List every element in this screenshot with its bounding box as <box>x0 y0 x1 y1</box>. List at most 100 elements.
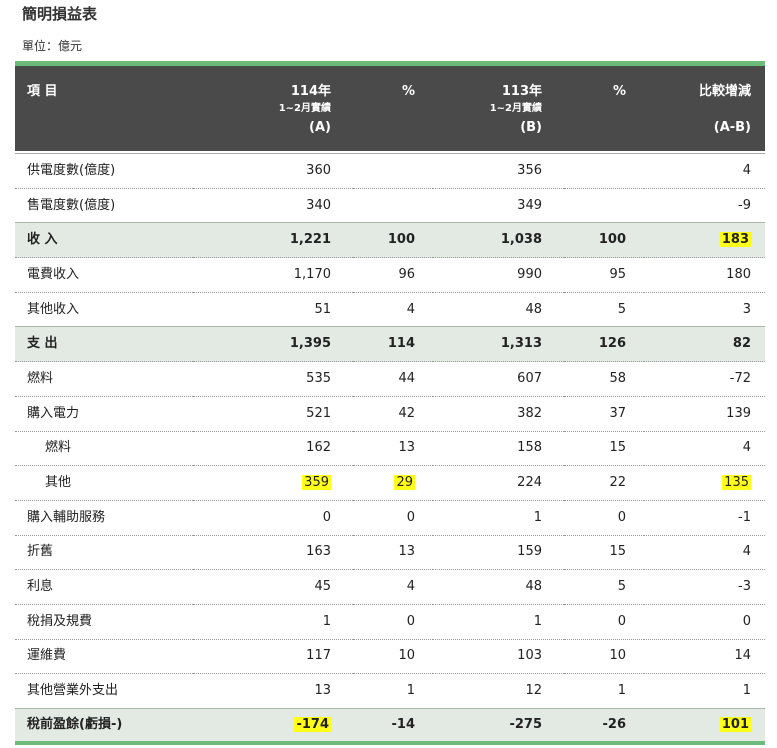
table-row: 運維費 117 10 103 10 14 <box>15 639 765 675</box>
cell-diff: 4 <box>644 535 765 571</box>
row-label: 稅捐及規費 <box>15 604 193 640</box>
cell-pct-b: 37 <box>564 396 644 432</box>
cell-114: 0 <box>193 500 353 536</box>
header-114-sub: 1~2月實績 <box>278 103 331 114</box>
cell-diff: -3 <box>644 569 765 605</box>
cell-pct-b: 58 <box>564 361 644 397</box>
cell-pct-b: 0 <box>564 500 644 536</box>
cell-pct-a: 13 <box>353 535 433 571</box>
table-row: 折舊 163 13 159 15 4 <box>15 535 765 571</box>
cell-113: 990 <box>433 257 564 293</box>
cell-114: 163 <box>193 535 353 571</box>
cell-113: -275 <box>433 708 564 746</box>
cell-pct-a: 10 <box>353 639 433 675</box>
cell-114: 340 <box>193 188 353 224</box>
cell-diff: 101 <box>644 708 765 746</box>
cell-pct-a: 1 <box>353 673 433 709</box>
cell-pct-a: 4 <box>353 292 433 328</box>
cell-diff: 1 <box>644 673 765 709</box>
highlight-mark: -174 <box>294 717 331 733</box>
row-label: 其他 <box>15 465 193 501</box>
cell-114: -174 <box>193 708 353 746</box>
row-label: 其他收入 <box>15 292 193 328</box>
cell-pct-a: 29 <box>353 465 433 501</box>
cell-pct-a: 96 <box>353 257 433 293</box>
row-label: 折舊 <box>15 535 193 571</box>
cell-diff: -72 <box>644 361 765 397</box>
table-row: 供電度數(億度) 360 356 4 <box>15 153 765 189</box>
row-label: 收 入 <box>15 222 193 259</box>
cell-pct-b: 22 <box>564 465 644 501</box>
cell-113: 607 <box>433 361 564 397</box>
table-row: 其他收入 51 4 48 5 3 <box>15 292 765 328</box>
header-diff: 比較增減 (A-B) <box>644 66 765 151</box>
cell-113: 48 <box>433 569 564 605</box>
highlight-mark: 29 <box>394 475 415 491</box>
table-row: 其他 359 29 224 22 135 <box>15 465 765 501</box>
cell-113: 1,313 <box>433 326 564 363</box>
cell-113: 103 <box>433 639 564 675</box>
cell-pct-b: 100 <box>564 222 644 259</box>
table-row: 燃料 162 13 158 15 4 <box>15 431 765 467</box>
page-title: 簡明損益表 <box>22 5 98 23</box>
row-label: 燃料 <box>15 361 193 397</box>
header-113-sub: 1~2月實績 <box>489 103 542 114</box>
cell-pct-b: 15 <box>564 431 644 467</box>
row-label: 購入輔助服務 <box>15 500 193 536</box>
table-header-row: 項 目 114年 1~2月實績 (A) % 113年 1~2月實績 (B) % … <box>15 66 765 151</box>
cell-113: 12 <box>433 673 564 709</box>
row-label: 支 出 <box>15 326 193 363</box>
header-pct-b: % <box>612 84 626 99</box>
cell-diff: 139 <box>644 396 765 432</box>
cell-113: 224 <box>433 465 564 501</box>
cell-114: 1 <box>193 604 353 640</box>
header-113-code: (B) <box>520 120 542 135</box>
subtotal-row-income: 收 入 1,221 100 1,038 100 183 <box>15 222 765 259</box>
cell-114: 13 <box>193 673 353 709</box>
cell-pct-a: -14 <box>353 708 433 746</box>
cell-113: 1 <box>433 604 564 640</box>
cell-pct-a: 100 <box>353 222 433 259</box>
cell-113: 158 <box>433 431 564 467</box>
cell-pct-a: 42 <box>353 396 433 432</box>
table-row: 利息 45 4 48 5 -3 <box>15 569 765 605</box>
table-row: 購入電力 521 42 382 37 139 <box>15 396 765 432</box>
cell-pct-a <box>353 188 433 224</box>
table-row: 稅捐及規費 1 0 1 0 0 <box>15 604 765 640</box>
row-label: 售電度數(億度) <box>15 188 193 224</box>
header-item: 項 目 <box>27 84 58 99</box>
highlight-mark: 101 <box>719 717 751 733</box>
cell-114: 117 <box>193 639 353 675</box>
cell-114: 162 <box>193 431 353 467</box>
header-113: 113年 1~2月實績 (B) <box>433 66 564 151</box>
cell-diff: 82 <box>644 326 765 363</box>
cell-pct-b: 10 <box>564 639 644 675</box>
row-label: 供電度數(億度) <box>15 153 193 189</box>
cell-pct-b: -26 <box>564 708 644 746</box>
header-114-code: (A) <box>309 120 331 135</box>
cell-114: 1,170 <box>193 257 353 293</box>
row-label: 其他營業外支出 <box>15 673 193 709</box>
cell-114: 360 <box>193 153 353 189</box>
cell-diff: 135 <box>644 465 765 501</box>
highlight-mark: 135 <box>722 475 751 491</box>
cell-114: 51 <box>193 292 353 328</box>
subtotal-row-expense: 支 出 1,395 114 1,313 126 82 <box>15 326 765 363</box>
cell-114: 521 <box>193 396 353 432</box>
table-row: 其他營業外支出 13 1 12 1 1 <box>15 673 765 709</box>
row-label: 燃料 <box>15 431 193 467</box>
cell-pct-b: 1 <box>564 673 644 709</box>
subtotal-row-pretax: 稅前盈餘(虧損-) -174 -14 -275 -26 101 <box>15 708 765 746</box>
cell-113: 1 <box>433 500 564 536</box>
cell-diff: 4 <box>644 153 765 189</box>
cell-pct-a: 13 <box>353 431 433 467</box>
cell-pct-b: 126 <box>564 326 644 363</box>
income-statement-table-container: 項 目 114年 1~2月實績 (A) % 113年 1~2月實績 (B) % … <box>15 61 765 746</box>
cell-pct-b <box>564 188 644 224</box>
cell-diff: 14 <box>644 639 765 675</box>
cell-diff: -9 <box>644 188 765 224</box>
cell-113: 356 <box>433 153 564 189</box>
cell-113: 48 <box>433 292 564 328</box>
cell-pct-a: 0 <box>353 500 433 536</box>
header-pct-a: % <box>401 84 415 99</box>
